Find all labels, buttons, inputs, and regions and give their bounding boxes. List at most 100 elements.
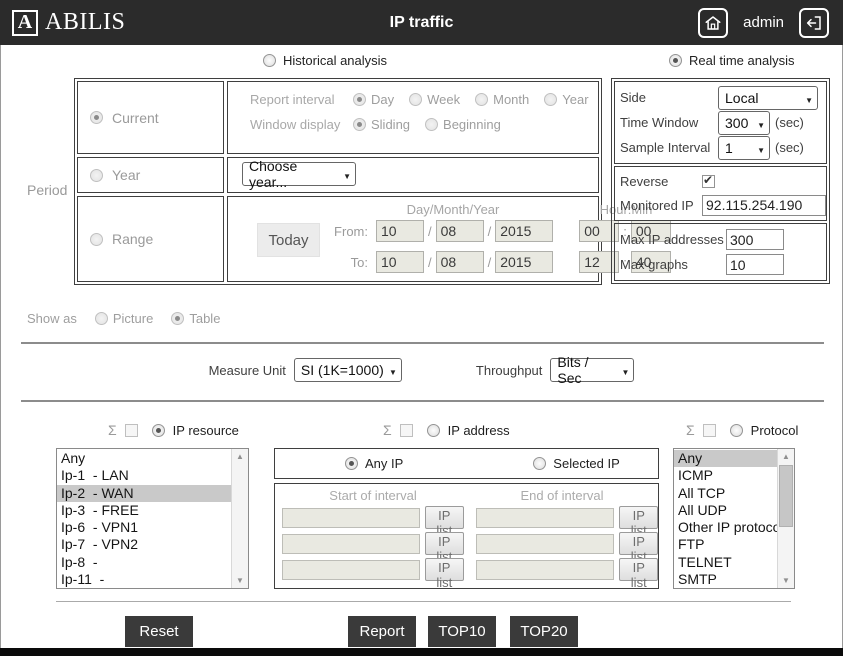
ip-list-button[interactable]: IP list <box>619 506 658 529</box>
from-month-input[interactable] <box>436 220 484 242</box>
choose-year-select[interactable]: Choose year... <box>242 162 356 186</box>
top10-button[interactable]: TOP10 <box>428 616 496 647</box>
home-icon[interactable] <box>698 8 728 38</box>
choose-year-value: Choose year... <box>249 158 338 190</box>
list-item[interactable]: Ip-11 - <box>57 571 231 588</box>
list-item[interactable]: FTP <box>674 536 777 553</box>
ip-address-sum-checkbox[interactable] <box>400 424 413 437</box>
ip-list-button[interactable]: IP list <box>425 558 464 581</box>
sample-interval-select[interactable]: 1 <box>718 136 770 160</box>
top20-button[interactable]: TOP20 <box>510 616 578 647</box>
interval-day-option[interactable]: Day <box>353 92 394 107</box>
window-beginning-radio[interactable] <box>425 118 438 131</box>
current-radio[interactable] <box>90 111 103 124</box>
list-item[interactable]: Ip-7 - VPN2 <box>57 536 231 553</box>
scrollbar-up-icon[interactable] <box>778 449 794 464</box>
scrollbar-down-icon[interactable] <box>232 573 248 588</box>
ip-list-button[interactable]: IP list <box>619 532 658 555</box>
show-as-picture-option[interactable]: Picture <box>95 311 153 326</box>
interval-month-option[interactable]: Month <box>475 92 529 107</box>
list-item[interactable]: SMTP <box>674 571 777 588</box>
window-beginning-option[interactable]: Beginning <box>425 117 501 132</box>
start-interval-input[interactable] <box>282 560 420 580</box>
list-item[interactable]: Ip-2 - WAN <box>57 485 231 502</box>
end-interval-input[interactable] <box>476 534 614 554</box>
to-month-input[interactable] <box>436 251 484 273</box>
end-interval-input[interactable] <box>476 560 614 580</box>
list-item[interactable]: Any <box>57 450 231 467</box>
throughput-select[interactable]: Bits / Sec <box>550 358 634 382</box>
sec-unit-label: (sec) <box>775 140 804 155</box>
show-as-table-option[interactable]: Table <box>171 311 220 326</box>
from-day-input[interactable] <box>376 220 424 242</box>
start-interval-input[interactable] <box>282 508 420 528</box>
report-button[interactable]: Report <box>348 616 416 647</box>
to-year-input[interactable] <box>495 251 553 273</box>
interval-week-option[interactable]: Week <box>409 92 460 107</box>
range-option[interactable]: Range <box>77 196 224 282</box>
window-sliding-option[interactable]: Sliding <box>353 117 410 132</box>
historical-analysis-option[interactable]: Historical analysis <box>263 53 387 68</box>
scrollbar-down-icon[interactable] <box>778 573 794 588</box>
range-radio[interactable] <box>90 233 103 246</box>
selected-ip-radio[interactable] <box>533 457 546 470</box>
today-button[interactable]: Today <box>257 223 320 257</box>
interval-year-radio[interactable] <box>544 93 557 106</box>
end-interval-input[interactable] <box>476 508 614 528</box>
list-item[interactable]: Ip-1 - LAN <box>57 467 231 484</box>
time-window-select[interactable]: 300 <box>718 111 770 135</box>
max-graphs-input[interactable] <box>726 254 784 275</box>
list-item[interactable]: All TCP <box>674 485 777 502</box>
start-interval-input[interactable] <box>282 534 420 554</box>
max-ip-input[interactable] <box>726 229 784 250</box>
picture-radio[interactable] <box>95 312 108 325</box>
list-item[interactable]: Ip-8 - <box>57 554 231 571</box>
current-option[interactable]: Current <box>77 81 224 154</box>
realtime-analysis-radio[interactable] <box>669 54 682 67</box>
list-item[interactable]: Other IP protocol <box>674 519 777 536</box>
interval-year-option[interactable]: Year <box>544 92 588 107</box>
measure-unit-select[interactable]: SI (1K=1000) <box>294 358 402 382</box>
scrollbar[interactable] <box>777 449 794 588</box>
selected-ip-option[interactable]: Selected IP <box>533 456 620 471</box>
scrollbar-thumb[interactable] <box>779 465 793 527</box>
year-radio[interactable] <box>90 169 103 182</box>
ip-list-button[interactable]: IP list <box>425 532 464 555</box>
ip-list-button[interactable]: IP list <box>425 506 464 529</box>
realtime-analysis-option[interactable]: Real time analysis <box>669 53 795 68</box>
protocol-sum-checkbox[interactable] <box>703 424 716 437</box>
historical-analysis-radio[interactable] <box>263 54 276 67</box>
any-ip-radio[interactable] <box>345 457 358 470</box>
reset-button[interactable]: Reset <box>125 616 193 647</box>
interval-day-radio[interactable] <box>353 93 366 106</box>
any-ip-option[interactable]: Any IP <box>345 456 403 471</box>
list-item[interactable]: ICMP <box>674 467 777 484</box>
year-option[interactable]: Year <box>77 157 224 193</box>
sec-unit-label: (sec) <box>775 115 804 130</box>
logout-icon[interactable] <box>799 8 829 38</box>
ip-address-radio[interactable] <box>427 424 440 437</box>
list-item[interactable]: TELNET <box>674 554 777 571</box>
monitored-ip-input[interactable] <box>702 195 826 216</box>
scrollbar-up-icon[interactable] <box>232 449 248 464</box>
protocol-radio[interactable] <box>730 424 743 437</box>
list-item[interactable]: All UDP <box>674 502 777 519</box>
side-select[interactable]: Local <box>718 86 818 110</box>
ip-list-button[interactable]: IP list <box>619 558 658 581</box>
resource-sum-checkbox[interactable] <box>125 424 138 437</box>
interval-month-radio[interactable] <box>475 93 488 106</box>
window-sliding-radio[interactable] <box>353 118 366 131</box>
table-radio[interactable] <box>171 312 184 325</box>
protocol-listbox[interactable]: Any ICMP All TCP All UDP Other IP protoc… <box>673 448 795 589</box>
resource-listbox[interactable]: Any Ip-1 - LAN Ip-2 - WAN Ip-3 - FREE Ip… <box>56 448 249 589</box>
resource-radio[interactable] <box>152 424 165 437</box>
list-item[interactable]: Any <box>674 450 777 467</box>
scrollbar[interactable] <box>231 449 248 588</box>
from-year-input[interactable] <box>495 220 553 242</box>
dropdown-arrow-icon <box>338 166 351 182</box>
list-item[interactable]: Ip-6 - VPN1 <box>57 519 231 536</box>
reverse-checkbox[interactable] <box>702 175 715 188</box>
interval-week-radio[interactable] <box>409 93 422 106</box>
list-item[interactable]: Ip-3 - FREE <box>57 502 231 519</box>
to-day-input[interactable] <box>376 251 424 273</box>
